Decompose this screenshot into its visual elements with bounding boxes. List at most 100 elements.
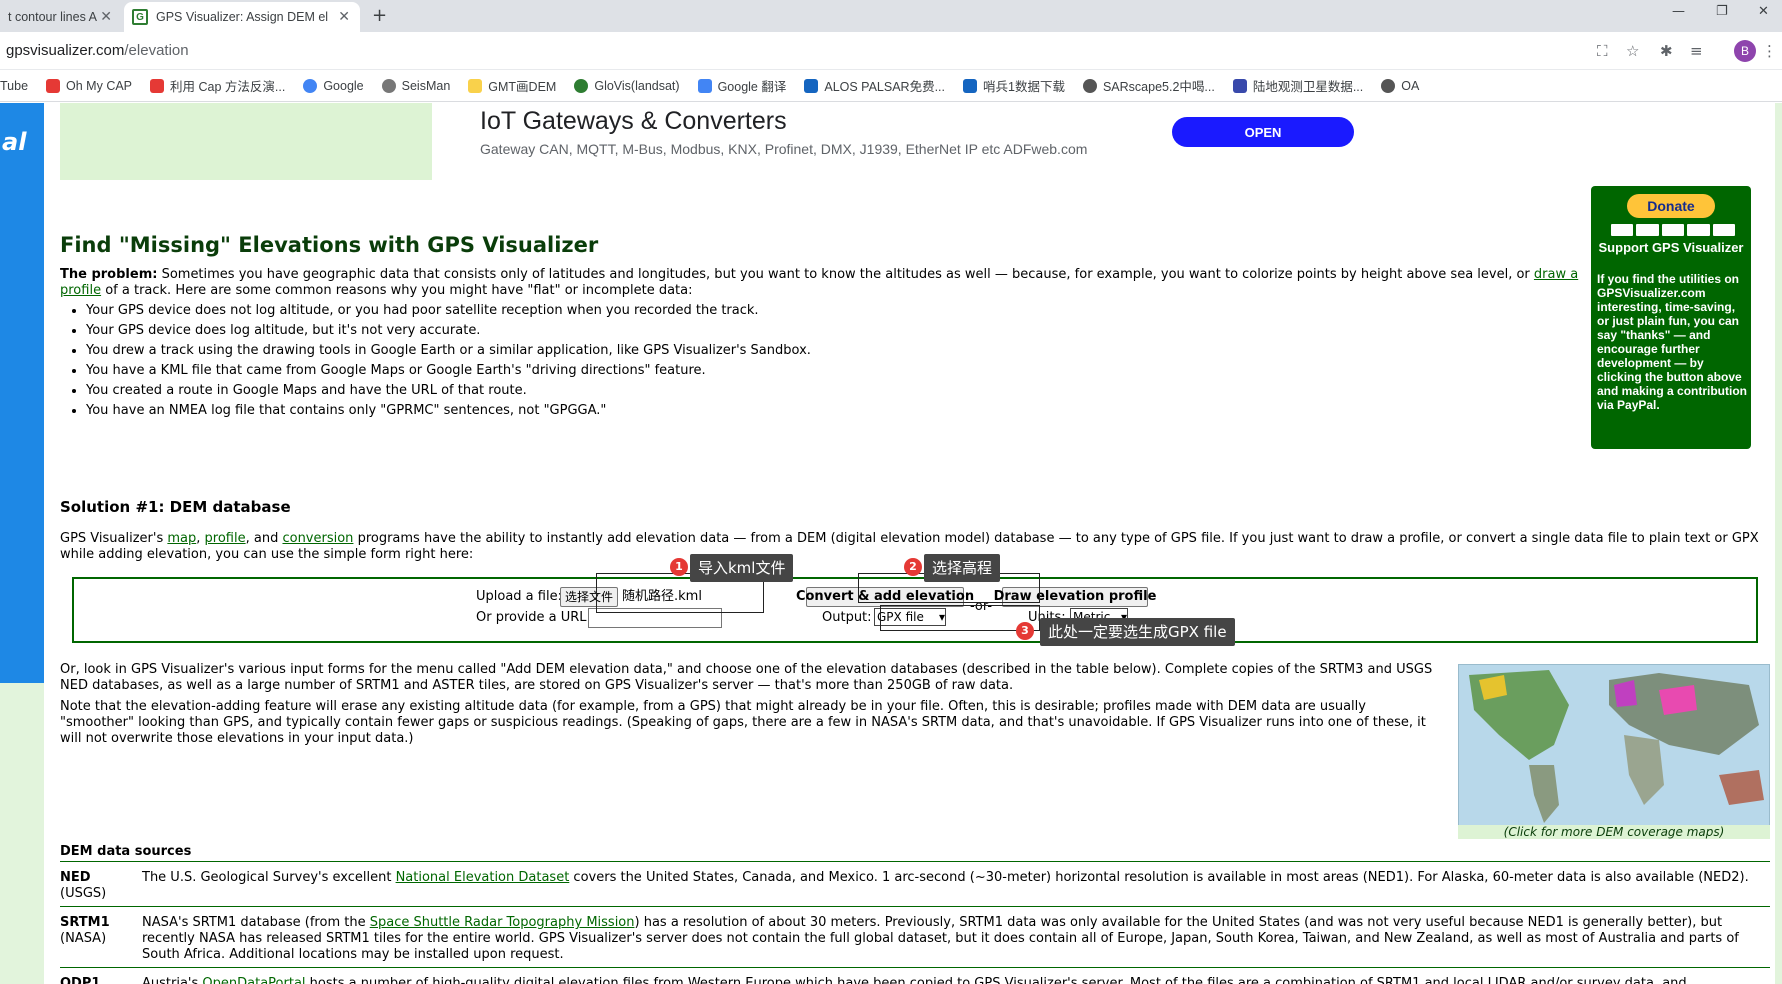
problem-tail: of a track. Here are some common reasons… xyxy=(101,283,693,298)
donate-panel: Donate Support GPS Visualizer If you fin… xyxy=(1591,186,1751,449)
source-org: (NASA) xyxy=(60,931,107,946)
bookmark-item[interactable]: 利用 Cap 方法反演... xyxy=(150,76,285,95)
bookmark-icon xyxy=(46,78,61,93)
avatar[interactable]: B xyxy=(1734,40,1756,62)
bookmark-label: Google 翻译 xyxy=(717,80,787,94)
map-link[interactable]: map xyxy=(167,531,196,546)
tab-contour-lines[interactable]: t contour lines A ✕ xyxy=(0,2,122,32)
new-tab-icon[interactable]: + xyxy=(372,5,387,26)
extensions-icon[interactable]: ✱ xyxy=(1660,42,1673,60)
left-ad-text: al xyxy=(2,128,27,156)
minimize-icon[interactable]: — xyxy=(1672,4,1685,19)
map-caption[interactable]: (Click for more DEM coverage maps) xyxy=(1458,825,1770,839)
menu-icon[interactable]: ⋮ xyxy=(1762,42,1777,60)
description-cell: Austria's OpenDataPortal hosts a number … xyxy=(142,976,1770,984)
problem-text: Sometimes you have geographic data that … xyxy=(157,267,1534,282)
ad-banner[interactable]: IoT Gateways & Converters Gateway CAN, M… xyxy=(60,103,1402,180)
url-field[interactable]: gpsvisualizer.com/elevation xyxy=(6,42,189,59)
bookmark-item[interactable]: ALOS PALSAR免费... xyxy=(804,76,945,95)
bookmark-icon xyxy=(1232,78,1247,93)
problem-label: The problem: xyxy=(60,267,158,282)
bookmark-item[interactable]: Oh My CAP xyxy=(46,78,133,93)
list-item: Your GPS device does not log altitude, o… xyxy=(86,303,1286,319)
google-icon xyxy=(303,78,318,93)
ad-banner-inner: IoT Gateways & Converters Gateway CAN, M… xyxy=(432,103,1402,180)
bookmark-item[interactable]: Google 翻译 xyxy=(697,76,787,95)
conversion-link[interactable]: conversion xyxy=(282,531,353,546)
annotation-tooltip: 导入kml文件 xyxy=(690,554,794,582)
description-cell: NASA's SRTM1 database (from the Space Sh… xyxy=(142,915,1770,963)
bookmark-label: 陆地观测卫星数据... xyxy=(1252,80,1364,94)
address-bar: gpsvisualizer.com/elevation ⛶ ☆ ✱ ≡ ⋮ xyxy=(0,32,1782,70)
source-cell: SRTM1 (NASA) xyxy=(60,915,142,963)
bookmark-item[interactable]: SARscape5.2中喝... xyxy=(1082,76,1215,95)
bookmarks-bar: Tube Oh My CAP 利用 Cap 方法反演... Google Sei… xyxy=(0,70,1782,102)
ned-link[interactable]: National Elevation Dataset xyxy=(396,870,570,885)
reading-list-icon[interactable]: ≡ xyxy=(1690,42,1703,60)
annotation-badge: 1 xyxy=(670,558,688,576)
bookmark-item[interactable]: GMT画DEM xyxy=(468,76,556,95)
bookmark-item[interactable]: GloVis(landsat) xyxy=(574,78,680,93)
description-text: NASA's SRTM1 database (from the xyxy=(142,915,370,930)
bookmark-label: GMT画DEM xyxy=(488,80,557,94)
description-text: hosts a number of high-quality digital e… xyxy=(305,976,1687,984)
ad-subtitle: Gateway CAN, MQTT, M-Bus, Modbus, KNX, P… xyxy=(480,141,1088,157)
bookmark-label: Oh My CAP xyxy=(66,78,133,93)
close-icon[interactable]: ✕ xyxy=(100,8,112,25)
world-map-icon xyxy=(1469,670,1764,823)
srtm-link[interactable]: Space Shuttle Radar Topography Mission xyxy=(370,915,635,930)
solution-text: GPS Visualizer's xyxy=(60,531,168,546)
translate-icon[interactable]: ⛶ xyxy=(1597,42,1608,60)
dem-sources-heading: DEM data sources xyxy=(60,844,192,859)
bookmark-item[interactable]: SeisMan xyxy=(381,78,451,93)
close-window-icon[interactable]: ✕ xyxy=(1758,4,1769,19)
source-name: NED xyxy=(60,870,91,885)
gps-visualizer-favicon-icon: G xyxy=(132,9,148,25)
folder-icon xyxy=(468,78,483,93)
web-page: al IoT Gateways & Converters Gateway CAN… xyxy=(0,103,1782,984)
bookmark-label: ALOS PALSAR免费... xyxy=(824,80,946,94)
ad-open-button[interactable]: OPEN xyxy=(1172,117,1354,147)
profile-link[interactable]: profile xyxy=(205,531,246,546)
bookmark-label: SARscape5.2中喝... xyxy=(1102,80,1215,94)
bookmark-item[interactable]: 哨兵1数据下载 xyxy=(963,76,1065,95)
source-name: SRTM1 xyxy=(60,915,110,930)
left-ad-panel: al xyxy=(0,103,44,683)
bookmark-label: SeisMan xyxy=(401,78,451,93)
tab-bar: t contour lines A ✕ G GPS Visualizer: As… xyxy=(0,0,1782,32)
bookmark-label: GloVis(landsat) xyxy=(594,78,680,93)
table-row: NED (USGS) The U.S. Geological Survey's e… xyxy=(60,861,1770,906)
source-cell: NED (USGS) xyxy=(60,870,142,902)
bookmark-item[interactable]: 陆地观测卫星数据... xyxy=(1232,76,1364,95)
ad-title[interactable]: IoT Gateways & Converters xyxy=(480,107,787,136)
left-ad[interactable]: al xyxy=(0,103,44,984)
bookmark-label: 哨兵1数据下载 xyxy=(983,80,1065,94)
dem-coverage-map[interactable] xyxy=(1458,664,1770,826)
close-icon[interactable]: ✕ xyxy=(338,8,350,25)
table-row: SRTM1 (NASA) NASA's SRTM1 database (from … xyxy=(60,906,1770,967)
list-item: You created a route in Google Maps and h… xyxy=(86,383,1286,399)
bookmark-item[interactable]: OA xyxy=(1381,78,1419,93)
paragraph-or: Or, look in GPS Visualizer's various inp… xyxy=(60,662,1433,693)
description-cell: The U.S. Geological Survey's excellent N… xyxy=(142,870,1770,902)
restore-icon[interactable]: ❐ xyxy=(1716,4,1728,19)
opendataportal-link[interactable]: OpenDataPortal xyxy=(202,976,305,984)
donate-button[interactable]: Donate xyxy=(1627,194,1715,218)
bookmark-icon xyxy=(963,78,978,93)
bookmark-label: 利用 Cap 方法反演... xyxy=(170,80,286,94)
bookmark-item[interactable]: Tube xyxy=(0,79,28,93)
problem-paragraph: The problem: Sometimes you have geograph… xyxy=(60,267,1580,299)
donate-heading: Support GPS Visualizer xyxy=(1598,240,1744,255)
bookmark-item[interactable]: Google xyxy=(303,78,364,93)
list-item: Your GPS device does log altitude, but i… xyxy=(86,323,1286,339)
bookmark-label: Tube xyxy=(0,78,29,93)
annotation-tooltip: 选择高程 xyxy=(924,554,1001,582)
donate-text: If you find the utilities on GPSVisualiz… xyxy=(1597,272,1748,412)
globe-icon xyxy=(574,78,589,93)
star-icon[interactable]: ☆ xyxy=(1626,42,1639,60)
bookmark-icon xyxy=(804,78,819,93)
tab-label: t contour lines A xyxy=(8,10,97,24)
tab-label: GPS Visualizer: Assign DEM el xyxy=(156,10,329,24)
tab-gps-visualizer[interactable]: G GPS Visualizer: Assign DEM el ✕ xyxy=(124,2,360,32)
bookmark-icon xyxy=(1082,78,1097,93)
